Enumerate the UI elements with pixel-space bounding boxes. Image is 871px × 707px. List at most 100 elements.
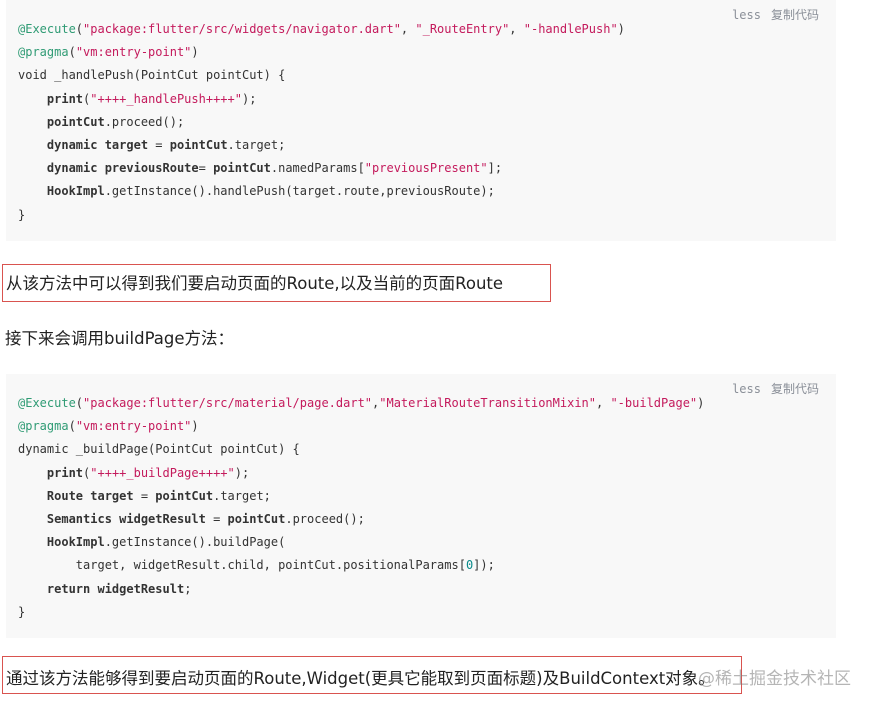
code-line: @Execute("package:flutter/src/material/p… — [18, 392, 704, 415]
code-token: .getInstance().handlePush(target.route,p… — [104, 184, 495, 199]
code-line: pointCut.proceed(); — [18, 111, 625, 134]
code-line: Route target = pointCut.target; — [18, 485, 704, 508]
code-content: @Execute("package:flutter/src/material/p… — [18, 392, 704, 624]
paragraph-build-context-info: 通过该方法能够得到要启动页面的Route,Widget(更具它能取到页面标题)及… — [2, 656, 742, 694]
paragraph-route-info: 从该方法中可以得到我们要启动页面的Route,以及当前的页面Route — [2, 264, 551, 302]
code-token: = — [148, 137, 170, 152]
code-line: Semantics widgetResult = pointCut.procee… — [18, 508, 704, 531]
code-token: target, widgetResult.child, pointCut.pos… — [18, 558, 466, 573]
code-token: Route target — [46, 488, 134, 503]
code-token: HookImpl — [46, 535, 105, 550]
code-token: @pragma — [18, 45, 69, 60]
code-token: .target; — [213, 488, 271, 503]
code-line: dynamic target = pointCut.target; — [18, 134, 625, 157]
code-token: .getInstance().buildPage( — [104, 535, 286, 550]
code-token: .proceed(); — [104, 114, 185, 129]
code-token: dynamic previousRoute — [46, 161, 199, 176]
code-token: "-buildPage" — [610, 396, 698, 410]
code-token: = — [205, 511, 228, 526]
code-token: "MaterialRouteTransitionMixin" — [379, 396, 596, 410]
code-line: dynamic previousRoute= pointCut.namedPar… — [18, 157, 625, 180]
paragraph-build-page-intro: 接下来会调用buildPage方法： — [5, 329, 235, 348]
code-token: "vm:entry-point" — [75, 45, 192, 60]
code-language-label: less — [732, 8, 761, 22]
code-line: HookImpl.getInstance().buildPage( — [18, 531, 704, 554]
code-token: pointCut — [46, 114, 105, 129]
code-token: ]); — [473, 558, 495, 573]
code-language-label: less — [732, 382, 761, 396]
code-token: "vm:entry-point" — [75, 419, 192, 434]
code-token: HookImpl — [46, 184, 105, 199]
code-token: .proceed(); — [285, 511, 365, 526]
code-token: ( — [68, 45, 76, 60]
code-token: , — [509, 22, 524, 36]
watermark-text: @稀土掘金技术社区 — [698, 669, 851, 689]
code-line: print("++++_handlePush++++"); — [18, 88, 625, 111]
code-line: dynamic _buildPage(PointCut pointCut) { — [18, 438, 704, 461]
code-line: HookImpl.getInstance().handlePush(target… — [18, 180, 625, 203]
code-token: pointCut — [227, 511, 286, 526]
code-line: @Execute("package:flutter/src/widgets/na… — [18, 18, 625, 41]
code-token: ); — [241, 91, 257, 106]
code-token: "_RouteEntry" — [415, 22, 510, 36]
code-token: ; — [184, 581, 192, 596]
code-token: .target; — [227, 137, 286, 152]
code-token: print — [46, 465, 84, 480]
code-token: @Execute — [18, 396, 76, 410]
code-block-toolbar: less 复制代码 — [732, 6, 819, 23]
code-block-handle-push: less 复制代码 @Execute("package:flutter/src/… — [6, 0, 836, 241]
code-token: , — [596, 396, 611, 410]
code-line: target, widgetResult.child, pointCut.pos… — [18, 554, 704, 577]
site-watermark: @稀土掘金技术社区 — [698, 664, 851, 689]
code-token: ) — [697, 396, 705, 410]
code-line: @pragma("vm:entry-point") — [18, 415, 704, 438]
code-token: "++++_buildPage++++" — [90, 465, 235, 480]
code-content: @Execute("package:flutter/src/widgets/na… — [18, 18, 625, 227]
code-token: ) — [617, 22, 625, 36]
code-line: } — [18, 204, 625, 227]
code-token: pointCut — [155, 488, 214, 503]
code-token: @pragma — [18, 419, 69, 434]
code-line: } — [18, 601, 704, 624]
code-token: dynamic target — [46, 137, 149, 152]
code-token: ) — [191, 45, 199, 60]
copy-code-button[interactable]: 复制代码 — [771, 6, 819, 23]
code-line: void _handlePush(PointCut pointCut) { — [18, 64, 625, 87]
code-token: print — [46, 91, 84, 106]
code-token: = — [133, 488, 156, 503]
code-token: "++++_handlePush++++" — [90, 91, 242, 106]
code-token: dynamic _buildPage(PointCut pointCut) { — [18, 442, 300, 457]
code-block-toolbar: less 复制代码 — [732, 380, 819, 397]
code-token: = — [198, 161, 214, 176]
code-token: ( — [75, 22, 84, 36]
code-token: .namedParams[ — [270, 161, 365, 176]
code-line: return widgetResult; — [18, 578, 704, 601]
code-token: } — [18, 207, 26, 222]
code-token: ( — [75, 396, 84, 410]
code-token: void _handlePush(PointCut pointCut) { — [18, 68, 286, 83]
code-token: "previousPresent" — [364, 161, 488, 176]
code-token: ); — [234, 465, 250, 480]
code-token: "package:flutter/src/widgets/navigator.d… — [83, 22, 401, 36]
code-token: Semantics widgetResult — [46, 511, 206, 526]
code-token: pointCut — [169, 137, 228, 152]
code-token: , — [400, 22, 416, 36]
code-block-build-page: less 复制代码 @Execute("package:flutter/src/… — [6, 374, 836, 638]
code-token: ]; — [487, 161, 503, 176]
code-token: } — [18, 604, 26, 619]
copy-code-button[interactable]: 复制代码 — [771, 380, 819, 397]
code-token: ) — [191, 419, 199, 434]
code-line: print("++++_buildPage++++"); — [18, 462, 704, 485]
code-token: pointCut — [213, 161, 271, 176]
code-token: "package:flutter/src/material/page.dart" — [83, 396, 373, 410]
code-line: @pragma("vm:entry-point") — [18, 41, 625, 64]
